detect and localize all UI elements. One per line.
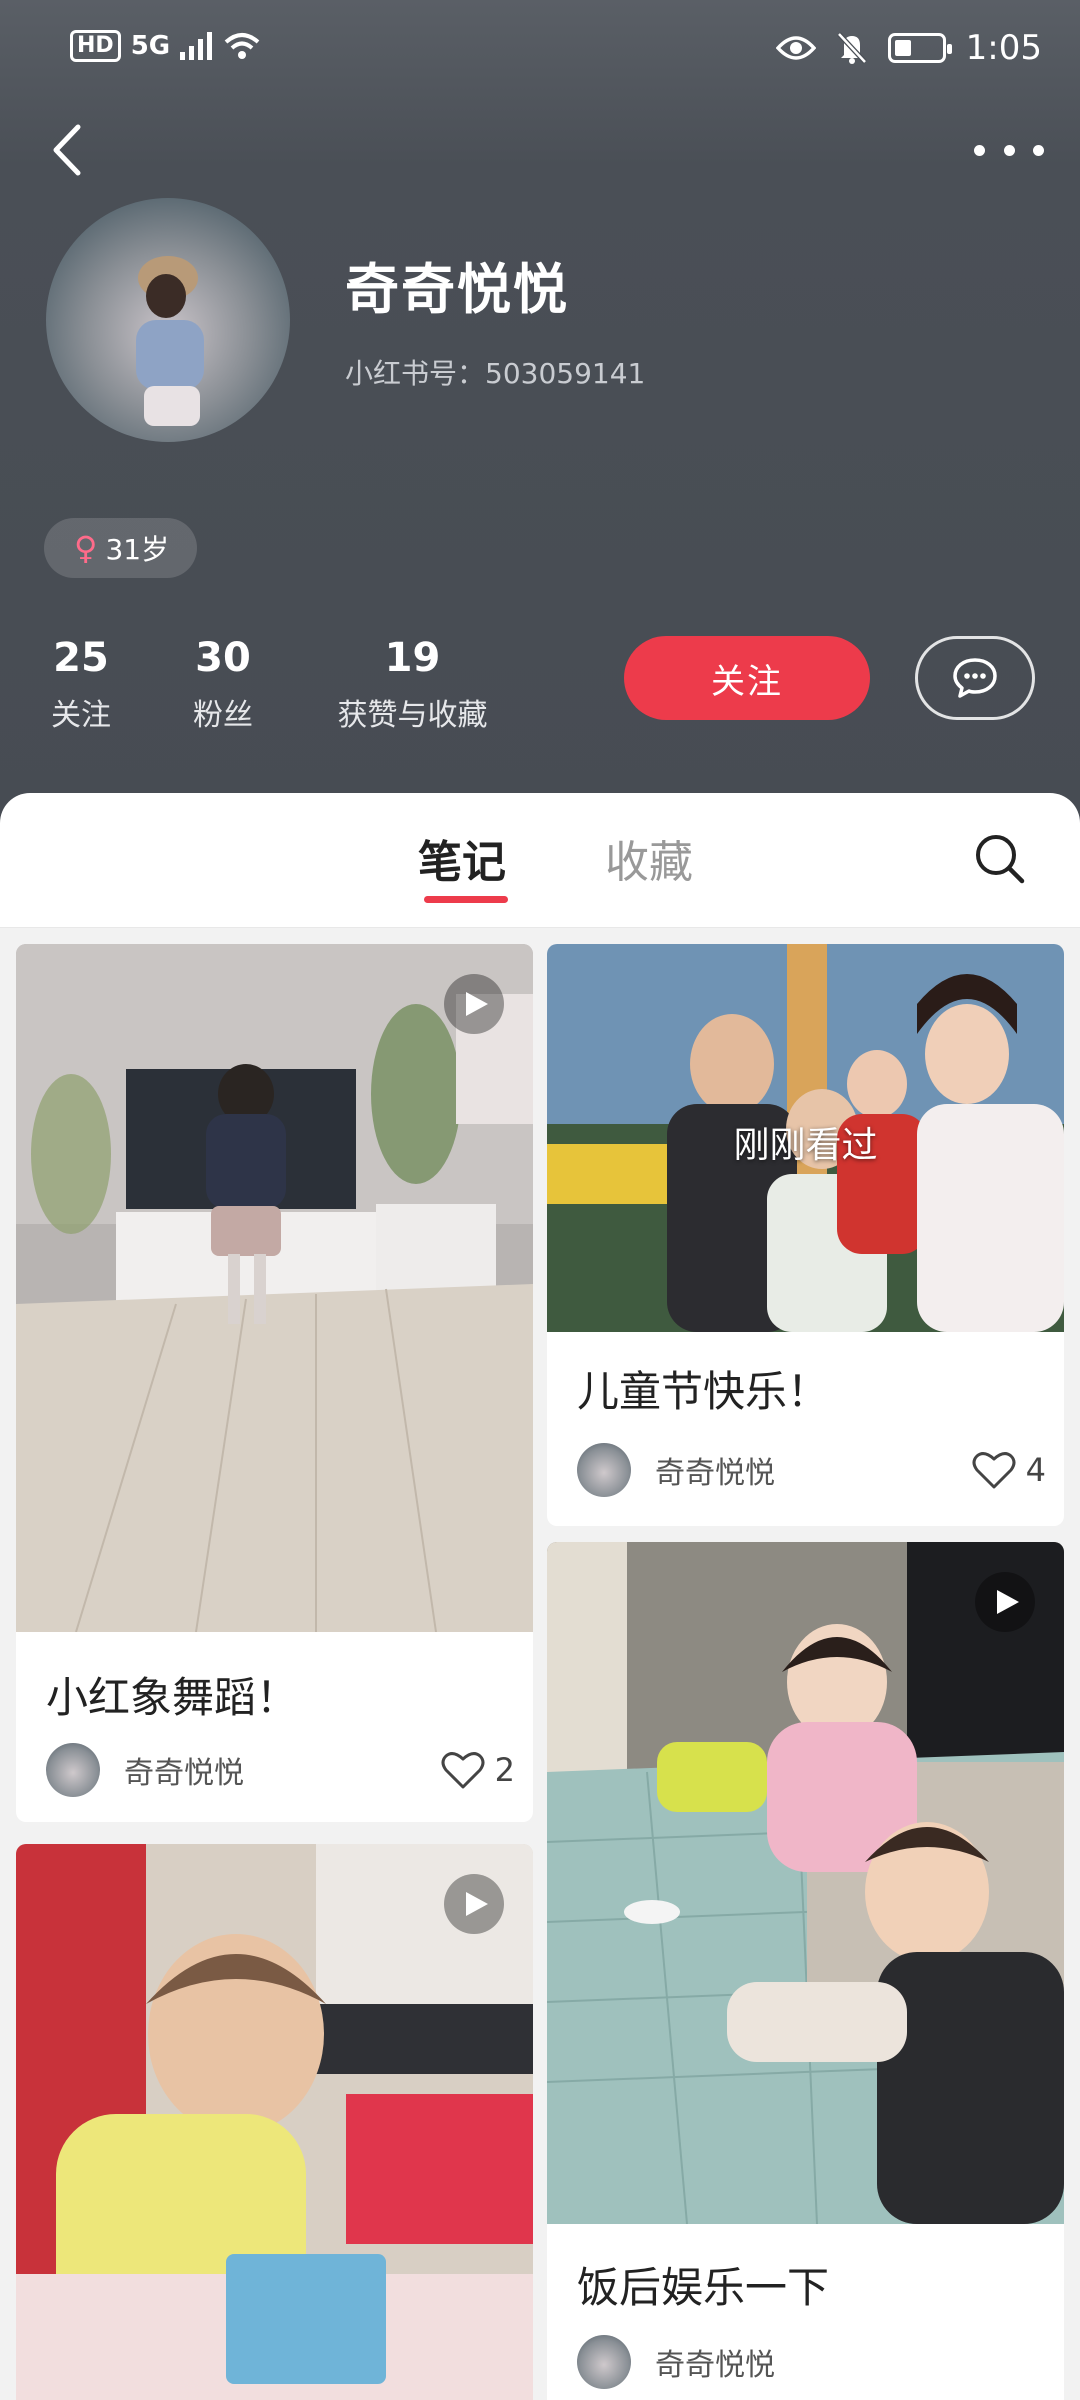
note-cover-image <box>16 944 533 1632</box>
stat-likes-favorites[interactable]: 19 获赞与收藏 <box>330 634 495 734</box>
search-icon <box>976 835 1025 884</box>
author-avatar <box>577 1443 631 1497</box>
author-name: 奇奇悦悦 <box>655 1456 775 1491</box>
author-avatar <box>46 1743 100 1797</box>
message-button[interactable] <box>915 636 1035 720</box>
network-label: 5G <box>130 31 171 61</box>
note-cover-image <box>547 1542 1064 2224</box>
stat-followers[interactable]: 30 粉丝 <box>188 634 258 734</box>
age-label: 31岁 <box>105 533 170 566</box>
heart-icon <box>441 1752 485 1789</box>
note-meta: 奇奇悦悦 4 <box>577 1440 1046 1500</box>
profile-header: HD 5G 1:05 奇奇悦悦 小红书号：503059141 ♀ 31岁 25 … <box>0 0 1080 830</box>
chat-bubble-icon <box>953 658 997 698</box>
tab-favorites[interactable]: 收藏 <box>605 826 693 890</box>
video-badge <box>444 974 504 1034</box>
back-button[interactable] <box>44 115 94 185</box>
tab-indicator <box>424 896 508 903</box>
like-button[interactable]: 4 <box>972 1450 1046 1490</box>
author-name: 奇奇悦悦 <box>124 1756 244 1791</box>
profile-avatar[interactable] <box>46 198 290 442</box>
author-name: 奇奇悦悦 <box>655 2348 775 2383</box>
note-title: 饭后娱乐一下 <box>577 2263 830 2312</box>
wifi-icon <box>224 33 260 59</box>
play-icon <box>465 1892 488 1916</box>
note-meta: 奇奇悦悦 <box>577 2332 1046 2392</box>
more-options-button[interactable] <box>974 130 1044 170</box>
video-badge <box>975 1572 1035 1632</box>
tab-notes[interactable]: 笔记 <box>418 826 506 890</box>
gender-age-badge: ♀ 31岁 <box>44 518 198 578</box>
notes-grid: 小红象舞蹈！ 奇奇悦悦 2 刚刚看过 儿童节快乐！ 奇奇悦悦 4 饭后娱乐一下 … <box>0 928 1080 2400</box>
recently-viewed-label: 刚刚看过 <box>733 1125 878 1166</box>
eye-icon <box>775 36 816 60</box>
dot <box>974 144 985 156</box>
note-meta: 奇奇悦悦 2 <box>46 1740 515 1800</box>
note-card[interactable] <box>16 1844 533 2400</box>
status-bar: HD 5G 1:05 <box>0 0 1080 105</box>
heart-icon <box>972 1452 1016 1489</box>
play-icon <box>465 992 488 1016</box>
chevron-left-icon <box>53 124 81 176</box>
like-count: 4 <box>1025 1451 1046 1489</box>
dot <box>1003 144 1015 156</box>
like-button[interactable]: 2 <box>441 1750 515 1790</box>
battery-icon <box>887 33 952 63</box>
note-card[interactable]: 饭后娱乐一下 奇奇悦悦 <box>547 1542 1064 2400</box>
hd-indicator: HD <box>70 30 121 62</box>
note-title: 小红象舞蹈！ <box>46 1673 299 1722</box>
video-badge <box>444 1874 504 1934</box>
avatar-photo <box>136 256 204 426</box>
mute-bell-icon <box>836 32 867 64</box>
like-count: 2 <box>494 1751 515 1789</box>
play-icon <box>996 1590 1019 1614</box>
profile-id: 小红书号：503059141 <box>345 357 646 390</box>
signal-icon <box>180 32 213 60</box>
note-card[interactable]: 小红象舞蹈！ 奇奇悦悦 2 <box>16 944 533 1822</box>
follow-button[interactable]: 关注 <box>624 636 870 720</box>
dot <box>1033 144 1044 156</box>
clock: 1:05 <box>965 28 1042 68</box>
note-card[interactable]: 刚刚看过 儿童节快乐！ 奇奇悦悦 4 <box>547 944 1064 1526</box>
note-title: 儿童节快乐！ <box>577 1367 830 1416</box>
content-tabs: 笔记 收藏 <box>0 793 1080 928</box>
female-icon: ♀ <box>74 529 98 567</box>
stat-following[interactable]: 25 关注 <box>46 634 116 734</box>
profile-name: 奇奇悦悦 <box>345 258 569 321</box>
search-button[interactable] <box>972 831 1028 887</box>
author-avatar <box>577 2335 631 2389</box>
